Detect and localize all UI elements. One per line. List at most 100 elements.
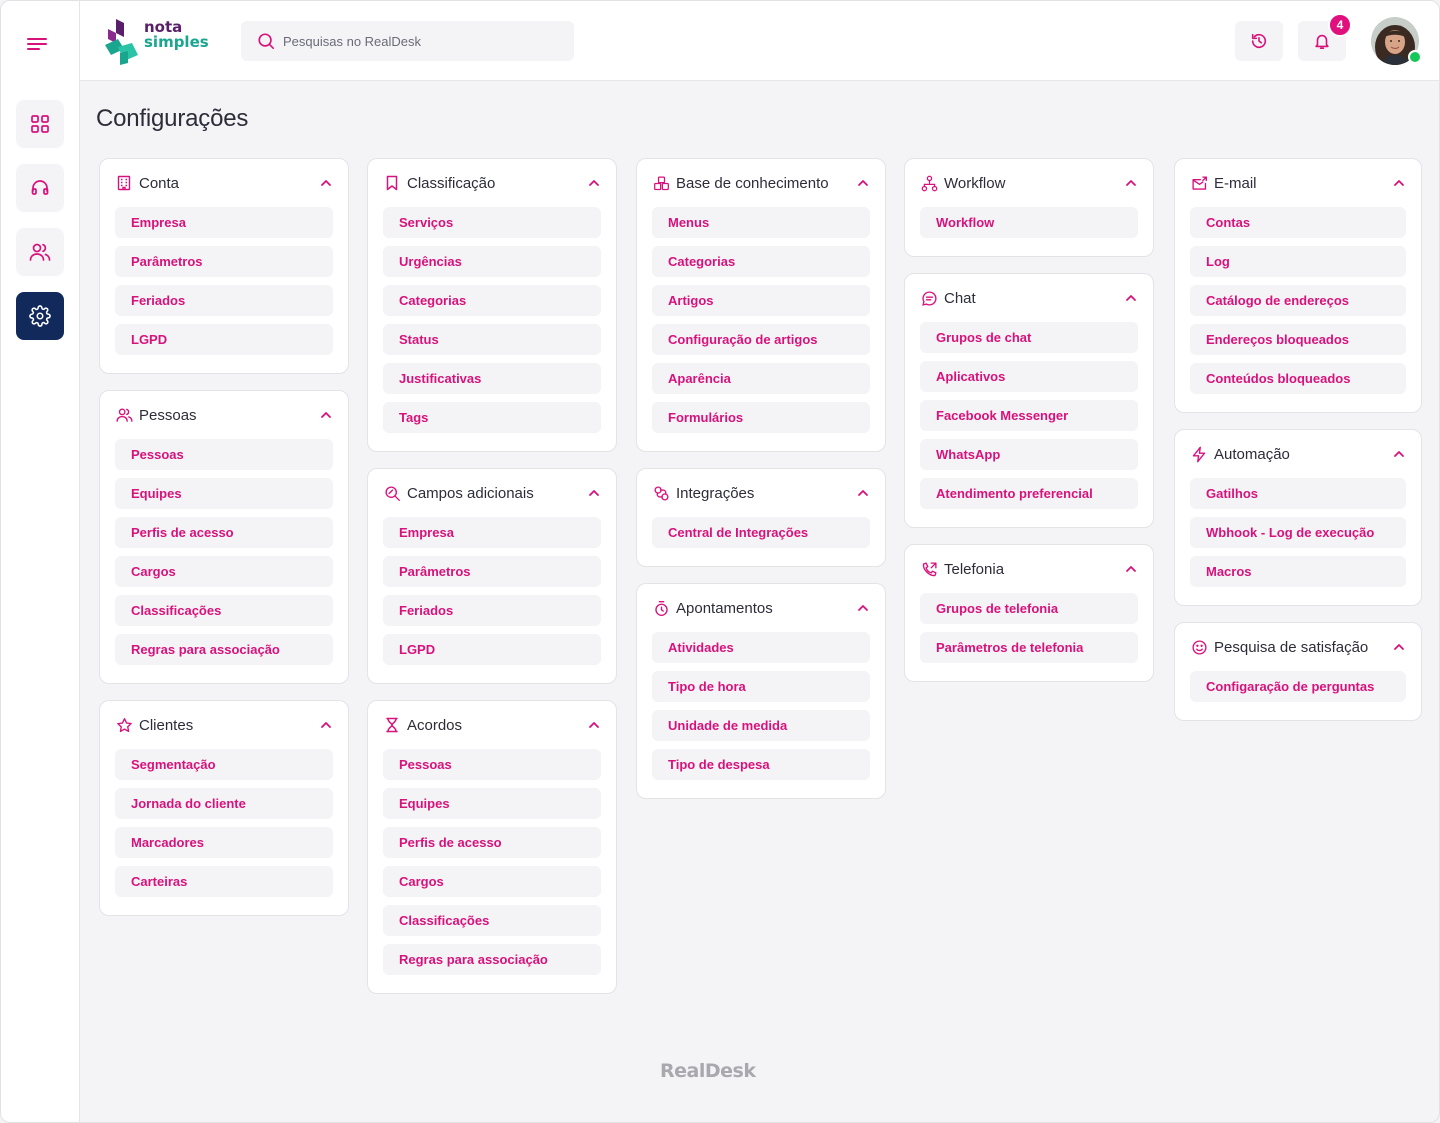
menu-item-conteudos-bloqueados[interactable]: Conteúdos bloqueados (1190, 363, 1406, 394)
sidebar-item-settings[interactable] (16, 292, 64, 340)
menu-item-pessoas[interactable]: Pessoas (115, 439, 333, 470)
chevron-up-icon[interactable] (1124, 562, 1138, 576)
section-header-clientes[interactable]: Clientes (115, 715, 333, 735)
menu-item-formularios[interactable]: Formulários (652, 402, 870, 433)
menu-item-status[interactable]: Status (383, 324, 601, 355)
menu-item-urgencias[interactable]: Urgências (383, 246, 601, 277)
chevron-up-icon[interactable] (1124, 176, 1138, 190)
logo[interactable]: nota simples (102, 17, 212, 67)
menu-item-unidade-de-medida[interactable]: Unidade de medida (652, 710, 870, 741)
menu-item-perfis-de-acesso[interactable]: Perfis de acesso (383, 827, 601, 858)
card-workflow: Workflow Workflow (904, 158, 1154, 257)
section-header-chat[interactable]: Chat (920, 288, 1138, 308)
menu-item-menus[interactable]: Menus (652, 207, 870, 238)
section-header-e-mail[interactable]: E-mail (1190, 173, 1406, 193)
menu-item-tipo-de-hora[interactable]: Tipo de hora (652, 671, 870, 702)
history-button[interactable] (1235, 21, 1283, 61)
menu-item-perfis-de-acesso[interactable]: Perfis de acesso (115, 517, 333, 548)
chevron-up-icon[interactable] (587, 718, 601, 732)
menu-item-parametros-de-telefonia[interactable]: Parâmetros de telefonia (920, 632, 1138, 663)
section-header-pesquisa-de-satisfacao[interactable]: Pesquisa de satisfação (1190, 637, 1406, 657)
menu-item-tipo-de-despesa[interactable]: Tipo de despesa (652, 749, 870, 780)
menu-item-whatsapp[interactable]: WhatsApp (920, 439, 1138, 470)
chevron-up-icon[interactable] (1392, 447, 1406, 461)
menu-item-cargos[interactable]: Cargos (115, 556, 333, 587)
sidebar-item-people[interactable] (16, 228, 64, 276)
menu-item-facebook-messenger[interactable]: Facebook Messenger (920, 400, 1138, 431)
menu-item-parametros[interactable]: Parâmetros (383, 556, 601, 587)
menu-item-lgpd[interactable]: LGPD (115, 324, 333, 355)
chevron-up-icon[interactable] (856, 486, 870, 500)
sidebar-item-support[interactable] (16, 164, 64, 212)
section-header-automacao[interactable]: Automação (1190, 444, 1406, 464)
menu-item-wbhook-log-de-execucao[interactable]: Wbhook - Log de execução (1190, 517, 1406, 548)
search-input[interactable] (283, 33, 553, 49)
section-header-conta[interactable]: Conta (115, 173, 333, 193)
menu-item-macros[interactable]: Macros (1190, 556, 1406, 587)
menu-item-equipes[interactable]: Equipes (115, 478, 333, 509)
menu-item-cargos[interactable]: Cargos (383, 866, 601, 897)
chevron-up-icon[interactable] (1392, 176, 1406, 190)
chevron-up-icon[interactable] (587, 486, 601, 500)
menu-item-classificacoes[interactable]: Classificações (115, 595, 333, 626)
menu-item-empresa[interactable]: Empresa (383, 517, 601, 548)
search-bar[interactable] (241, 21, 574, 61)
menu-item-enderecos-bloqueados[interactable]: Endereços bloqueados (1190, 324, 1406, 355)
menu-item-atividades[interactable]: Atividades (652, 632, 870, 663)
menu-item-justificativas[interactable]: Justificativas (383, 363, 601, 394)
menu-item-pessoas[interactable]: Pessoas (383, 749, 601, 780)
menu-item-workflow[interactable]: Workflow (920, 207, 1138, 238)
menu-item-classificacoes[interactable]: Classificações (383, 905, 601, 936)
menu-item-categorias[interactable]: Categorias (652, 246, 870, 277)
chevron-up-icon[interactable] (856, 176, 870, 190)
menu-item-atendimento-preferencial[interactable]: Atendimento preferencial (920, 478, 1138, 509)
section-header-campos-adicionais[interactable]: Campos adicionais (383, 483, 601, 503)
section-title: Campos adicionais (407, 484, 534, 502)
section-title: Chat (944, 289, 976, 307)
chevron-up-icon[interactable] (1392, 640, 1406, 654)
menu-item-grupos-de-chat[interactable]: Grupos de chat (920, 322, 1138, 353)
section-header-base-de-conhecimento[interactable]: Base de conhecimento (652, 173, 870, 193)
section-header-pessoas[interactable]: Pessoas (115, 405, 333, 425)
menu-item-regras-para-associacao[interactable]: Regras para associação (383, 944, 601, 975)
chevron-up-icon[interactable] (319, 176, 333, 190)
menu-item-contas[interactable]: Contas (1190, 207, 1406, 238)
menu-item-aplicativos[interactable]: Aplicativos (920, 361, 1138, 392)
menu-item-regras-para-associacao[interactable]: Regras para associação (115, 634, 333, 665)
menu-item-segmentacao[interactable]: Segmentação (115, 749, 333, 780)
menu-item-gatilhos[interactable]: Gatilhos (1190, 478, 1406, 509)
menu-item-feriados[interactable]: Feriados (383, 595, 601, 626)
chevron-up-icon[interactable] (1124, 291, 1138, 305)
menu-item-parametros[interactable]: Parâmetros (115, 246, 333, 277)
menu-item-tags[interactable]: Tags (383, 402, 601, 433)
section-header-apontamentos[interactable]: Apontamentos (652, 598, 870, 618)
section-header-acordos[interactable]: Acordos (383, 715, 601, 735)
menu-item-grupos-de-telefonia[interactable]: Grupos de telefonia (920, 593, 1138, 624)
section-header-workflow[interactable]: Workflow (920, 173, 1138, 193)
chevron-up-icon[interactable] (856, 601, 870, 615)
menu-item-central-de-integracoes[interactable]: Central de Integrações (652, 517, 870, 548)
menu-item-lgpd[interactable]: LGPD (383, 634, 601, 665)
sidebar-item-dashboard[interactable] (16, 100, 64, 148)
menu-item-configaracao-de-perguntas[interactable]: Configaração de perguntas (1190, 671, 1406, 702)
chevron-up-icon[interactable] (319, 718, 333, 732)
menu-toggle-icon[interactable] (25, 32, 49, 56)
menu-item-artigos[interactable]: Artigos (652, 285, 870, 316)
menu-item-equipes[interactable]: Equipes (383, 788, 601, 819)
menu-item-feriados[interactable]: Feriados (115, 285, 333, 316)
menu-item-carteiras[interactable]: Carteiras (115, 866, 333, 897)
menu-item-aparencia[interactable]: Aparência (652, 363, 870, 394)
menu-item-configuracao-de-artigos[interactable]: Configuração de artigos (652, 324, 870, 355)
menu-item-servicos[interactable]: Serviços (383, 207, 601, 238)
menu-item-jornada-do-cliente[interactable]: Jornada do cliente (115, 788, 333, 819)
section-header-classificacao[interactable]: Classificação (383, 173, 601, 193)
menu-item-catalogo-de-enderecos[interactable]: Catálogo de endereços (1190, 285, 1406, 316)
section-header-integracoes[interactable]: Integrações (652, 483, 870, 503)
menu-item-categorias[interactable]: Categorias (383, 285, 601, 316)
menu-item-empresa[interactable]: Empresa (115, 207, 333, 238)
menu-item-log[interactable]: Log (1190, 246, 1406, 277)
chevron-up-icon[interactable] (319, 408, 333, 422)
chevron-up-icon[interactable] (587, 176, 601, 190)
section-header-telefonia[interactable]: Telefonia (920, 559, 1138, 579)
menu-item-marcadores[interactable]: Marcadores (115, 827, 333, 858)
